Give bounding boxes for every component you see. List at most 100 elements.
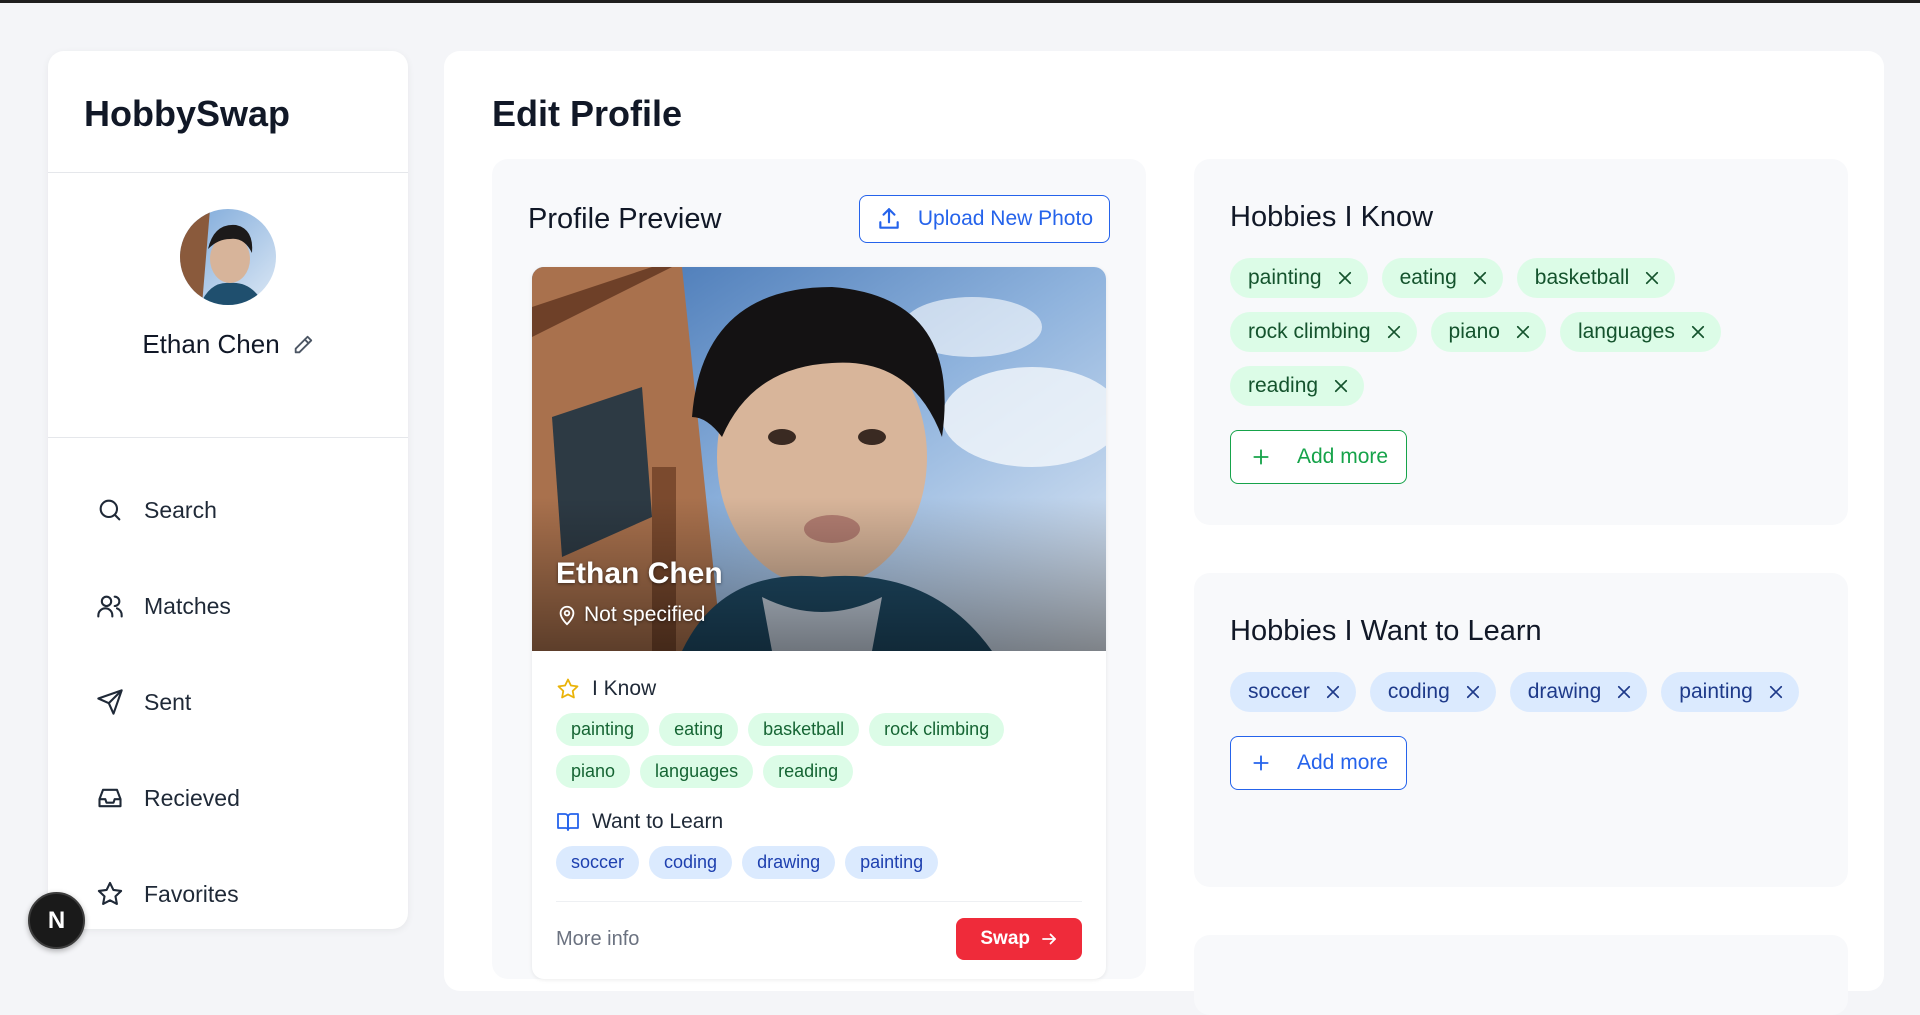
know-pill: painting: [556, 713, 650, 746]
hobbies-know-panel: Hobbies I Know painting eating basketbal…: [1194, 159, 1848, 525]
sidebar-item-label: Favorites: [144, 880, 239, 907]
additional-panel: [1194, 935, 1848, 1015]
know-tag: rock climbing: [1230, 312, 1417, 352]
remove-tag-icon[interactable]: [1615, 683, 1633, 701]
book-open-icon: [557, 813, 579, 831]
users-icon: [97, 595, 123, 618]
remove-tag-icon[interactable]: [1464, 683, 1482, 701]
add-more-label: Add more: [1297, 751, 1389, 774]
card-know-pills: painting eating basketball rock climbing…: [556, 713, 1082, 788]
add-know-hobby-button[interactable]: Add more: [1230, 430, 1408, 484]
hobbies-learn-title: Hobbies I Want to Learn: [1230, 615, 1542, 647]
card-learn-pills: soccer coding drawing painting: [556, 846, 1082, 879]
remove-tag-icon[interactable]: [1324, 683, 1342, 701]
card-know-label: I Know: [592, 677, 657, 700]
know-pill: reading: [763, 755, 854, 788]
know-tag: basketball: [1516, 258, 1676, 298]
main-content: Edit Profile Profile Preview Upload New …: [444, 51, 1884, 1015]
learn-tag: painting: [1661, 672, 1799, 712]
add-learn-hobby-button[interactable]: Add more: [1230, 736, 1408, 790]
learn-tag: coding: [1369, 672, 1496, 712]
sidebar-item-label: Recieved: [144, 784, 240, 811]
profile-photo: Ethan Chen Not specified: [532, 267, 1106, 651]
profile-preview-panel: Profile Preview Upload New Photo Ethan C…: [492, 159, 1146, 979]
learn-tag: soccer: [1230, 672, 1356, 712]
sidebar-profile: Ethan Chen: [48, 209, 408, 438]
remove-tag-icon[interactable]: [1385, 323, 1403, 341]
know-tag: painting: [1230, 258, 1368, 298]
upload-icon: [879, 208, 899, 229]
remove-tag-icon[interactable]: [1689, 323, 1707, 341]
hobbies-learn-tags: soccer coding drawing painting: [1230, 672, 1812, 712]
remove-tag-icon[interactable]: [1336, 269, 1354, 287]
plus-icon: [1253, 449, 1269, 465]
card-footer: More info Swap: [532, 902, 1106, 960]
remove-tag-icon[interactable]: [1332, 377, 1350, 395]
tag-label: languages: [1577, 320, 1675, 343]
know-pill: rock climbing: [869, 713, 1005, 746]
learn-tag: drawing: [1509, 672, 1648, 712]
arrow-right-icon: [1042, 933, 1056, 945]
sidebar-item-received[interactable]: Recieved: [48, 750, 408, 846]
card-body: I Know painting eating basketball rock c…: [532, 651, 1106, 902]
card-name: Ethan Chen: [556, 557, 723, 590]
star-icon: [97, 881, 123, 905]
card-location: Not specified: [556, 603, 705, 627]
swap-button[interactable]: Swap: [956, 918, 1082, 960]
tag-label: coding: [1387, 680, 1450, 703]
card-location-text: Not specified: [584, 603, 706, 626]
card-learn-label: Want to Learn: [592, 810, 724, 833]
more-info-link[interactable]: More info: [556, 928, 639, 951]
sidebar-item-search[interactable]: Search: [48, 462, 408, 558]
know-pill: eating: [659, 713, 739, 746]
add-more-label: Add more: [1297, 445, 1389, 468]
know-tag: eating: [1381, 258, 1503, 298]
dev-tools-badge[interactable]: N: [28, 892, 85, 949]
tag-label: painting: [1679, 680, 1753, 703]
know-tag: languages: [1559, 312, 1721, 352]
profile-card: Ethan Chen Not specified I Know painting…: [532, 267, 1106, 979]
map-pin-icon: [559, 605, 575, 626]
sidebar-item-matches[interactable]: Matches: [48, 558, 408, 654]
star-icon: [557, 678, 579, 699]
know-tag: piano: [1430, 312, 1546, 352]
remove-tag-icon[interactable]: [1643, 269, 1661, 287]
preview-title: Profile Preview: [528, 203, 722, 235]
inbox-icon: [98, 788, 122, 808]
upload-photo-button[interactable]: Upload New Photo: [858, 195, 1110, 243]
sidebar-item-sent[interactable]: Sent: [48, 654, 408, 750]
sidebar-item-label: Search: [144, 496, 217, 523]
tag-label: painting: [1248, 266, 1322, 289]
know-tag: reading: [1230, 366, 1365, 406]
avatar[interactable]: [180, 209, 276, 305]
plus-icon: [1253, 755, 1269, 771]
tag-label: reading: [1248, 374, 1319, 397]
learn-pill: drawing: [742, 846, 836, 879]
remove-tag-icon[interactable]: [1767, 683, 1785, 701]
tag-label: eating: [1399, 266, 1457, 289]
know-pill: piano: [556, 755, 631, 788]
card-learn-heading: Want to Learn: [556, 810, 1082, 834]
sidebar: HobbySwap Ethan Chen Search Matches Sent…: [48, 51, 408, 929]
sidebar-item-label: Sent: [144, 688, 192, 715]
know-pill: languages: [640, 755, 754, 788]
tag-label: drawing: [1527, 680, 1602, 703]
profile-name: Ethan Chen: [142, 329, 280, 359]
send-icon: [97, 689, 123, 715]
hobbies-know-title: Hobbies I Know: [1230, 201, 1434, 233]
tag-label: basketball: [1534, 266, 1630, 289]
hobbies-know-tags: painting eating basketball rock climbing…: [1230, 258, 1812, 406]
search-icon: [99, 499, 121, 521]
hobbies-learn-panel: Hobbies I Want to Learn soccer coding dr…: [1194, 573, 1848, 887]
tag-label: rock climbing: [1248, 320, 1371, 343]
profile-name-row: Ethan Chen: [48, 329, 408, 360]
app-logo[interactable]: HobbySwap: [48, 51, 408, 173]
tag-label: soccer: [1248, 680, 1310, 703]
learn-pill: soccer: [556, 846, 640, 879]
edit-name-icon[interactable]: [292, 334, 314, 356]
upload-photo-label: Upload New Photo: [917, 207, 1093, 230]
remove-tag-icon[interactable]: [1514, 323, 1532, 341]
remove-tag-icon[interactable]: [1471, 269, 1489, 287]
sidebar-item-favorites[interactable]: Favorites: [48, 846, 408, 942]
learn-pill: coding: [649, 846, 733, 879]
